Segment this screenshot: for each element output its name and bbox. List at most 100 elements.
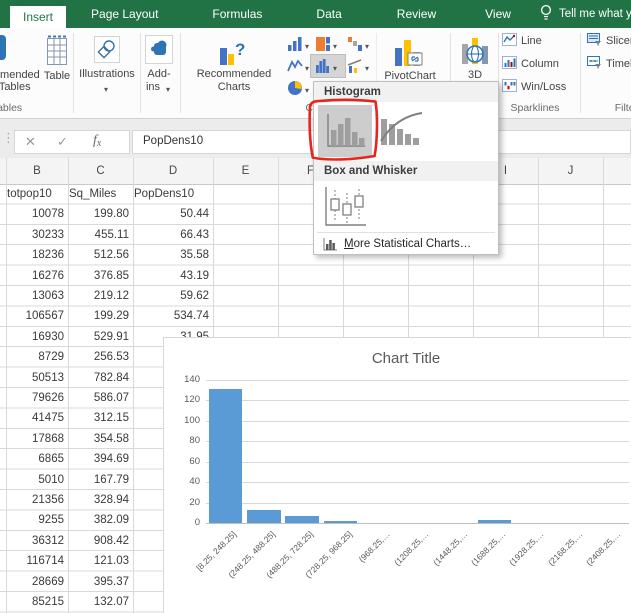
- tab-data[interactable]: Data: [303, 0, 354, 28]
- data-cell[interactable]: 79626: [7, 388, 64, 408]
- chart-title[interactable]: Chart Title: [164, 350, 631, 367]
- histogram-gallery-item[interactable]: [318, 105, 372, 157]
- column-header-B[interactable]: B: [6, 158, 68, 184]
- data-cell[interactable]: 256.53: [69, 347, 129, 367]
- sparkline-column-button[interactable]: Column: [502, 56, 559, 71]
- data-cell[interactable]: 354.58: [69, 429, 129, 449]
- data-cell[interactable]: 8729: [7, 347, 64, 367]
- slicer-button[interactable]: Slicer: [587, 33, 631, 48]
- more-statistical-charts-item[interactable]: More Statistical Charts…: [314, 234, 498, 254]
- data-cell[interactable]: 43.19: [134, 266, 209, 286]
- data-cell[interactable]: 106567: [7, 306, 64, 326]
- statistical-chart-icon: [315, 58, 331, 74]
- insert-function-icon[interactable]: fx: [93, 133, 101, 149]
- column-header-C[interactable]: C: [68, 158, 133, 184]
- data-cell[interactable]: 455.11: [69, 225, 129, 245]
- histogram-bar[interactable]: [478, 520, 512, 523]
- data-cell[interactable]: 394.69: [69, 449, 129, 469]
- data-cell[interactable]: 219.12: [69, 286, 129, 306]
- data-cell[interactable]: 28669: [7, 572, 64, 592]
- embedded-histogram-chart[interactable]: Chart Title 020406080100120140[8.25, 248…: [163, 337, 631, 613]
- data-cell[interactable]: 782.84: [69, 368, 129, 388]
- combo-chart-icon: [347, 58, 363, 74]
- column-header-K[interactable]: K: [603, 158, 631, 184]
- tab-formulas[interactable]: Formulas: [199, 0, 275, 28]
- namebox-resize-handle[interactable]: ⋮: [2, 130, 13, 146]
- data-cell[interactable]: 328.94: [69, 490, 129, 510]
- data-cell[interactable]: 116714: [7, 551, 64, 571]
- data-cell[interactable]: 18236: [7, 245, 64, 265]
- histogram-bar[interactable]: [285, 516, 319, 523]
- data-cell[interactable]: 534.74: [134, 306, 209, 326]
- pivottable-icon: [0, 33, 7, 62]
- data-cell[interactable]: 132.07: [69, 592, 129, 612]
- chart-x-tick-label: (1208.25,…: [392, 529, 430, 567]
- cancel-icon[interactable]: ✕: [25, 134, 36, 150]
- data-cell[interactable]: 50513: [7, 368, 64, 388]
- histogram-section-header: Histogram: [314, 82, 498, 102]
- statistical-chart-caret-icon: [333, 62, 337, 74]
- column-header-E[interactable]: E: [213, 158, 278, 184]
- data-cell[interactable]: 35.58: [134, 245, 209, 265]
- tables-group-label: Tables: [0, 102, 39, 114]
- data-cell[interactable]: 382.09: [69, 510, 129, 530]
- timeline-icon: [587, 56, 602, 69]
- histogram-bar[interactable]: [247, 510, 281, 523]
- column-header-J[interactable]: J: [538, 158, 603, 184]
- box-whisker-gallery-item[interactable]: [318, 183, 372, 231]
- data-cell[interactable]: 16276: [7, 266, 64, 286]
- data-cell[interactable]: 376.85: [69, 266, 129, 286]
- filters-group-label: Filters: [599, 102, 631, 114]
- timeline-button[interactable]: Timeline: [587, 56, 631, 71]
- data-cell[interactable]: 586.07: [69, 388, 129, 408]
- 3d-map-icon: [461, 36, 489, 66]
- sparkline-winloss-button[interactable]: Win/Loss: [502, 79, 566, 94]
- enter-icon[interactable]: ✓: [57, 134, 68, 150]
- data-cell[interactable]: 6865: [7, 449, 64, 469]
- data-cell[interactable]: 9255: [7, 510, 64, 530]
- hierarchy-chart-icon: [315, 36, 331, 52]
- data-cell[interactable]: 41475: [7, 408, 64, 428]
- data-cell[interactable]: 167.79: [69, 470, 129, 490]
- data-cell[interactable]: 13063: [7, 286, 64, 306]
- sparklines-group-label: Sparklines: [500, 102, 570, 114]
- tab-view[interactable]: View: [472, 0, 524, 28]
- data-cell[interactable]: 908.42: [69, 531, 129, 551]
- header-cell[interactable]: totpop10: [7, 184, 64, 204]
- chart-y-tick-label: 40: [164, 476, 200, 487]
- data-cell[interactable]: 17868: [7, 429, 64, 449]
- tell-me-label: Tell me what you want to do...: [559, 8, 631, 20]
- tab-review[interactable]: Review: [384, 0, 449, 28]
- data-cell[interactable]: 5010: [7, 470, 64, 490]
- header-cell[interactable]: PopDens10: [134, 184, 209, 204]
- histogram-gallery-icon: [323, 112, 367, 150]
- data-cell[interactable]: 30233: [7, 225, 64, 245]
- data-cell[interactable]: 66.43: [134, 225, 209, 245]
- data-cell[interactable]: 21356: [7, 490, 64, 510]
- data-cell[interactable]: 10078: [7, 204, 64, 224]
- tab-page-layout[interactable]: Page Layout: [78, 0, 171, 28]
- histogram-bar[interactable]: [324, 521, 358, 523]
- tell-me-box[interactable]: Tell me what you want to do...: [540, 0, 631, 28]
- data-cell[interactable]: 59.62: [134, 286, 209, 306]
- chart-y-tick-label: 120: [164, 394, 200, 405]
- data-cell[interactable]: 121.03: [69, 551, 129, 571]
- data-cell[interactable]: 199.29: [69, 306, 129, 326]
- pareto-gallery-item[interactable]: [378, 109, 424, 153]
- data-cell[interactable]: 395.37: [69, 572, 129, 592]
- sparkline-line-button[interactable]: Line: [502, 33, 542, 48]
- data-cell[interactable]: 529.91: [69, 327, 129, 347]
- statistical-chart-dropdown: Histogram Box and Whisker: [313, 81, 499, 255]
- data-cell[interactable]: 312.15: [69, 408, 129, 428]
- header-cell[interactable]: Sq_Miles: [69, 184, 129, 204]
- chart-x-tick-label: (2408.25,…: [584, 529, 622, 567]
- tab-insert[interactable]: Insert: [10, 6, 66, 28]
- data-cell[interactable]: 85215: [7, 592, 64, 612]
- data-cell[interactable]: 36312: [7, 531, 64, 551]
- data-cell[interactable]: 50.44: [134, 204, 209, 224]
- histogram-bar[interactable]: [209, 389, 243, 523]
- data-cell[interactable]: 16930: [7, 327, 64, 347]
- column-header-D[interactable]: D: [133, 158, 213, 184]
- data-cell[interactable]: 512.56: [69, 245, 129, 265]
- data-cell[interactable]: 199.80: [69, 204, 129, 224]
